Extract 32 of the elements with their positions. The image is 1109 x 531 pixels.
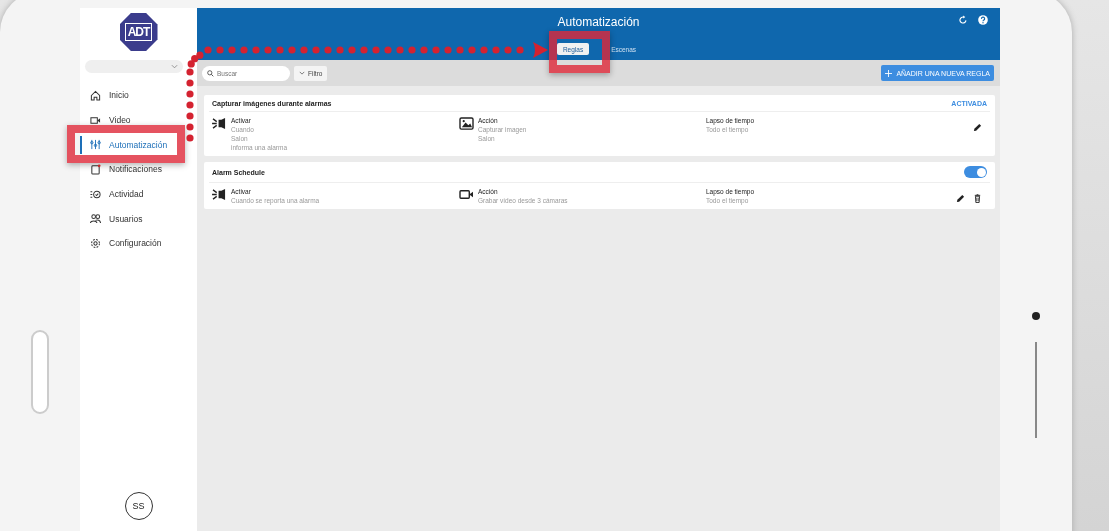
notification-icon	[90, 163, 101, 175]
delete-trash-icon[interactable]	[973, 194, 982, 203]
nav-item[interactable]: Inicio	[80, 86, 132, 105]
sliders-icon	[90, 139, 101, 151]
image-icon	[459, 117, 474, 130]
nav-item[interactable]: Automatización	[80, 135, 171, 154]
chevron-down-icon	[171, 64, 178, 69]
page-title: Automatización	[557, 15, 640, 29]
nav-item[interactable]: Usuarios	[80, 209, 146, 228]
highlight-frame	[549, 31, 610, 73]
search-icon	[207, 69, 214, 77]
video-camera-icon	[459, 188, 474, 201]
chevron-down-icon	[299, 71, 305, 75]
nav-item[interactable]: Notificaciones	[80, 160, 165, 179]
help-icon[interactable]	[978, 15, 988, 25]
nav-item[interactable]: Actividad	[80, 185, 147, 204]
alarm-siren-icon	[212, 117, 227, 130]
alarm-siren-icon	[212, 188, 227, 201]
activity-icon	[90, 188, 101, 200]
nav-item[interactable]: Video	[80, 111, 134, 130]
video-camera-icon	[90, 114, 101, 126]
toggle-switch[interactable]	[964, 166, 987, 178]
refresh-icon[interactable]	[958, 15, 968, 25]
plus-icon	[885, 69, 893, 77]
camera-dot	[1032, 312, 1040, 320]
users-icon	[90, 213, 101, 225]
edit-pencil-icon[interactable]	[973, 123, 982, 132]
edit-pencil-icon[interactable]	[956, 194, 965, 203]
logo-text: ADT	[124, 23, 153, 41]
settings-icon	[90, 237, 101, 249]
home-icon	[90, 89, 101, 101]
nav-item[interactable]: Configuración	[80, 234, 165, 253]
